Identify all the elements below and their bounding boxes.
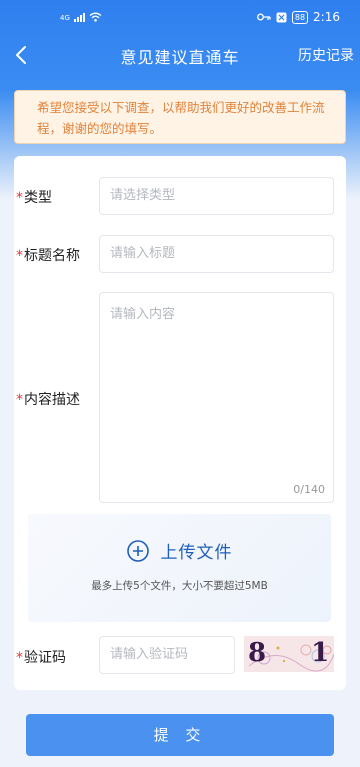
type-label: *类型 [16,190,52,206]
captcha-placeholder: 请输入验证码 [110,647,189,662]
network-type: 4G [60,14,70,22]
captcha-image[interactable]: 8 1 [244,636,334,672]
required-mark: * [16,248,23,264]
status-left: 4G [60,12,102,22]
upload-header: 上传文件 [28,538,331,563]
submit-button[interactable]: 提 交 [26,714,334,756]
required-mark: * [16,190,23,206]
required-mark: * [16,650,23,666]
captcha-label: *验证码 [16,650,66,666]
title-label: *标题名称 [16,248,80,264]
feedback-form: *类型 请选择类型 *标题名称 请输入标题 *内容描述 请输入内容 0/140 … [14,156,346,690]
content-placeholder: 请输入内容 [110,307,176,322]
type-placeholder: 请选择类型 [110,188,176,203]
history-link[interactable]: 历史记录 [298,45,354,65]
survey-notice: 希望您接受以下调查，以帮助我们更好的改善工作流程，谢谢的您的填写。 [14,90,346,144]
notice-text: 希望您接受以下调查，以帮助我们更好的改善工作流程，谢谢的您的填写。 [37,100,325,136]
plus-circle-icon [126,539,149,562]
title-placeholder: 请输入标题 [110,246,176,261]
upload-label: 上传文件 [160,543,233,563]
upload-file-area[interactable]: 上传文件 最多上传5个文件，大小不要超过5MB [28,514,331,622]
nav-bar: 意见建议直通车 历史记录 [0,34,360,76]
char-counter: 0/140 [293,483,325,496]
required-mark: * [16,392,23,408]
wifi-icon [89,12,102,22]
content-label: *内容描述 [16,392,80,408]
status-time: 2:16 [313,10,340,24]
status-bar: 4G 88 2:16 [0,0,360,34]
alarm-icon [276,12,287,22]
battery-indicator: 88 [291,10,309,24]
captcha-code: 8 1 [248,638,329,668]
signal-icon [73,13,85,22]
title-input[interactable]: 请输入标题 [99,235,334,273]
content-textarea[interactable]: 请输入内容 0/140 [99,292,334,503]
upload-hint: 最多上传5个文件，大小不要超过5MB [91,580,268,592]
captcha-input[interactable]: 请输入验证码 [99,636,235,674]
type-select[interactable]: 请选择类型 [99,177,334,215]
status-right: 88 2:16 [256,10,340,24]
key-icon [256,13,271,21]
